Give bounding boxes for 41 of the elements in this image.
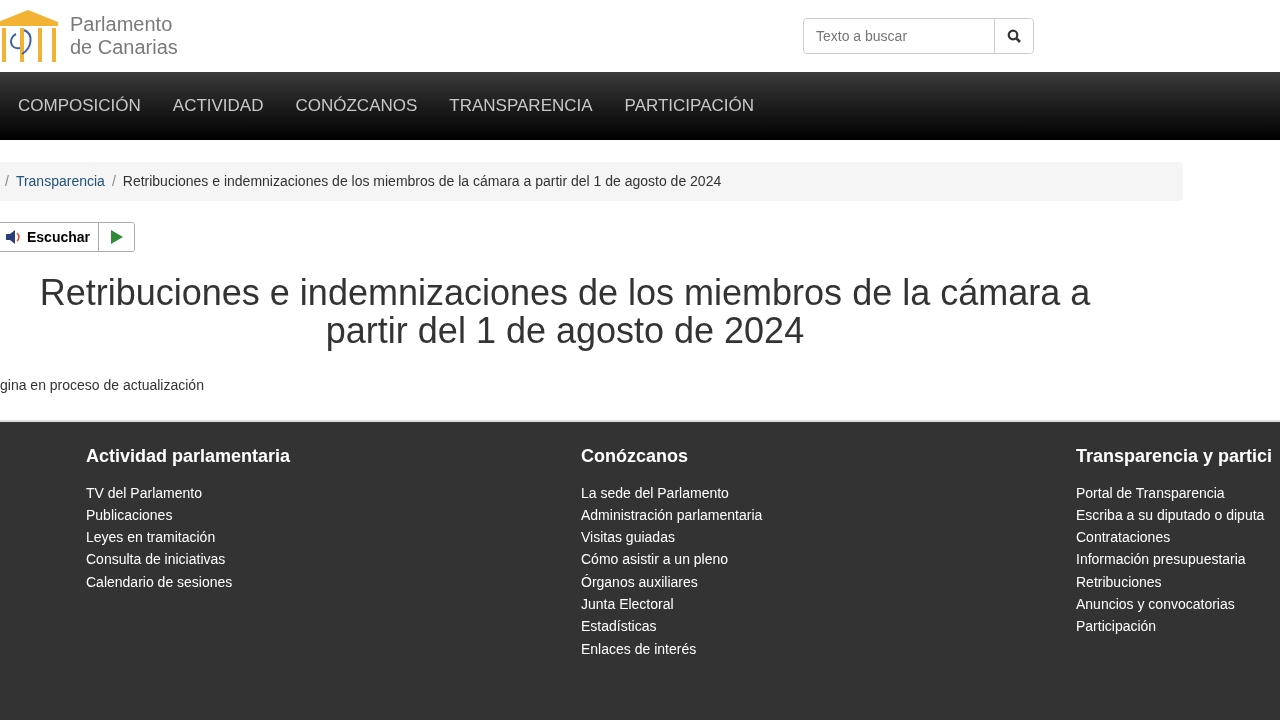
breadcrumb-current: Retribuciones e indemnizaciones de los miembros de la cámara a partir del 1 de agosto de 2024 [122, 172, 722, 191]
page-title: Retribuciones e indemnizaciones de los miembros de la cámara a partir del 1 de agosto de 2024 [38, 274, 1092, 350]
footer-link[interactable]: Calendario de sesiones [86, 570, 581, 594]
footer-link[interactable]: Órganos auxiliares [581, 570, 1076, 594]
footer-link[interactable]: Contrataciones [1076, 526, 1280, 549]
footer-link[interactable]: Portal de Transparencia [1076, 481, 1280, 504]
nav-link[interactable]: TRANSPARENCIA [449, 93, 593, 119]
status-note: gina en proceso de actualización [0, 376, 205, 395]
speaker-icon [5, 230, 23, 244]
footer-link[interactable]: TV del Parlamento [86, 481, 581, 504]
footer-heading: Transparencia y partici [1076, 446, 1274, 468]
footer-link[interactable]: Participación [1076, 615, 1280, 638]
footer-link[interactable]: Leyes en tramitación [86, 526, 581, 549]
footer-link[interactable]: Administración parlamentaria [581, 503, 1076, 527]
logo-text: Parlamento [70, 13, 174, 36]
play-icon [110, 230, 123, 244]
footer-heading: Actividad parlamentaria [86, 446, 292, 468]
search-icon [1007, 29, 1021, 43]
footer-link[interactable]: Cómo asistir a un pleno [581, 548, 1076, 571]
footer-link[interactable]: Junta Electoral [581, 593, 1076, 616]
footer-link[interactable]: Estadísticas [581, 615, 1076, 638]
nav-link[interactable]: COMPOSICIÓN [18, 93, 141, 119]
footer-link[interactable]: Consulta de iniciativas [86, 548, 581, 571]
breadcrumb-separator: / [5, 172, 9, 191]
nav-link[interactable]: PARTICIPACIÓN [624, 93, 754, 119]
nav-link[interactable]: ACTIVIDAD [172, 93, 264, 119]
footer-link[interactable]: Escriba a su diputado o diputa [1076, 503, 1280, 527]
footer-heading: Conózcanos [581, 446, 689, 468]
breadcrumb-link[interactable]: Transparencia [15, 171, 105, 192]
footer-link[interactable]: Visitas guiadas [581, 526, 1076, 549]
search-field[interactable]: Texto a buscar [803, 18, 1034, 54]
logo-text: de Canarias [70, 36, 178, 59]
breadcrumb-separator: / [111, 172, 116, 191]
search-button[interactable] [994, 19, 1033, 53]
footer-link[interactable]: Información presupuestaria [1076, 548, 1280, 571]
footer-link[interactable]: Retribuciones [1076, 570, 1280, 594]
footer-link[interactable]: Anuncios y convocatorias [1076, 593, 1280, 616]
footer-link[interactable]: La sede del Parlamento [581, 481, 1076, 504]
footer-link[interactable]: Enlaces de interés [581, 637, 1076, 660]
nav-link[interactable]: CONÓZCANOS [295, 93, 418, 119]
footer-link[interactable]: Publicaciones [86, 503, 581, 527]
